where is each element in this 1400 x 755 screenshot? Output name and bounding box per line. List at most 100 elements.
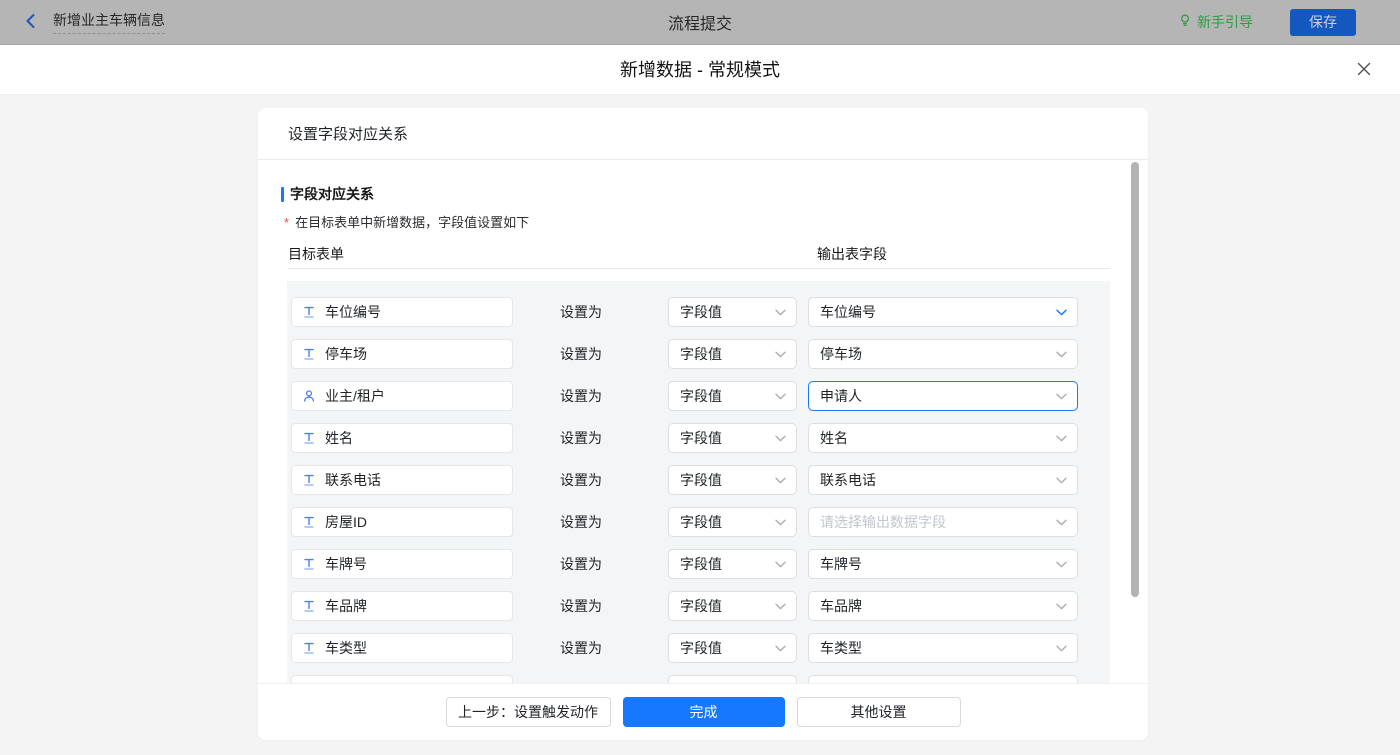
target-field-label: 车牌号 <box>325 554 367 574</box>
value-mode-select[interactable]: 字段值 <box>668 381 797 411</box>
section-accent-bar <box>281 187 284 202</box>
target-field: 车位编号 <box>291 297 513 327</box>
other-settings-button[interactable]: 其他设置 <box>797 697 961 727</box>
chevron-down-icon <box>1056 561 1067 568</box>
output-field-text: 车品牌 <box>820 596 862 616</box>
mapping-row <box>287 675 1110 683</box>
app-header: 新增业主车辆信息 流程提交 新手引导 保存 <box>0 0 1400 45</box>
output-field-select[interactable]: 停车场 <box>808 339 1078 369</box>
card-footer: 上一步：设置触发动作 完成 其他设置 <box>258 683 1148 740</box>
value-mode-text: 字段值 <box>680 428 722 448</box>
target-field <box>291 675 513 683</box>
output-field-select[interactable]: 车品牌 <box>808 591 1078 621</box>
output-field-select[interactable]: 车位编号 <box>808 297 1078 327</box>
output-field-text: 申请人 <box>820 386 862 406</box>
column-header-target-form: 目标表单 <box>288 244 344 264</box>
value-mode-text: 字段值 <box>680 302 722 322</box>
chevron-down-icon <box>775 393 786 400</box>
text-field-icon <box>302 347 316 361</box>
output-field-select[interactable]: 车牌号 <box>808 549 1078 579</box>
target-field-label: 车品牌 <box>325 596 367 616</box>
text-field-icon <box>302 473 316 487</box>
target-field-label: 业主/租户 <box>325 386 385 406</box>
value-mode-select[interactable]: 字段值 <box>668 591 797 621</box>
chevron-down-icon <box>1056 519 1067 526</box>
text-field-icon <box>302 431 316 445</box>
output-field-text: 车位编号 <box>820 302 876 322</box>
text-field-icon <box>302 641 316 655</box>
output-field-select[interactable]: 申请人 <box>808 381 1078 411</box>
output-field-text: 车类型 <box>820 638 862 658</box>
output-field-text: 姓名 <box>820 428 848 448</box>
target-field: 房屋ID <box>291 507 513 537</box>
value-mode-select[interactable]: 字段值 <box>668 423 797 453</box>
column-header-output-field: 输出表字段 <box>817 244 887 264</box>
target-field: 业主/租户 <box>291 381 513 411</box>
back-button[interactable] <box>24 13 38 32</box>
target-field-label: 房屋ID <box>325 512 367 532</box>
modal-titlebar: 新增数据 - 常规模式 <box>0 45 1400 95</box>
value-mode-select[interactable]: 字段值 <box>668 549 797 579</box>
text-field-icon <box>302 305 316 319</box>
mapping-row: 车牌号 设置为 字段值 车牌号 <box>287 549 1110 579</box>
target-field-label: 车类型 <box>325 638 367 658</box>
chevron-down-icon <box>775 351 786 358</box>
text-field-icon <box>302 515 316 529</box>
value-mode-select[interactable]: 字段值 <box>668 339 797 369</box>
mapping-row: 业主/租户设置为字段值申请人 <box>287 381 1110 411</box>
output-field-select[interactable]: 车类型 <box>808 633 1078 663</box>
value-mode-text: 字段值 <box>680 344 722 364</box>
done-button[interactable]: 完成 <box>623 697 785 727</box>
set-as-label: 设置为 <box>560 549 616 579</box>
chevron-down-icon <box>775 477 786 484</box>
person-icon <box>302 389 316 403</box>
required-asterisk: * <box>284 215 289 230</box>
card-body: 字段对应关系 *在目标表单中新增数据，字段值设置如下 目标表单 输出表字段 车位… <box>258 160 1148 683</box>
output-field-select[interactable]: 请选择输出数据字段 <box>808 507 1078 537</box>
header-actions: 新手引导 保存 <box>1178 9 1400 36</box>
mapping-note: * 在目标表单中新增数据，字段值设置如下 <box>284 212 529 231</box>
previous-step-button[interactable]: 上一步：设置触发动作 <box>446 697 611 727</box>
beginner-guide-link[interactable]: 新手引导 <box>1178 12 1253 32</box>
value-mode-text: 字段值 <box>680 554 722 574</box>
output-field-select[interactable] <box>808 675 1078 683</box>
output-field-select[interactable]: 姓名 <box>808 423 1078 453</box>
target-field: 车品牌 <box>291 591 513 621</box>
value-mode-select[interactable]: 字段值 <box>668 297 797 327</box>
set-as-label: 设置为 <box>560 465 616 495</box>
chevron-down-icon <box>775 603 786 610</box>
chevron-down-icon <box>1056 603 1067 610</box>
target-field: 姓名 <box>291 423 513 453</box>
target-field: 停车场 <box>291 339 513 369</box>
value-mode-text: 字段值 <box>680 596 722 616</box>
value-mode-text: 字段值 <box>680 470 722 490</box>
output-field-text: 联系电话 <box>820 470 876 490</box>
target-field-label: 联系电话 <box>325 470 381 490</box>
workflow-title[interactable]: 新增业主车辆信息 <box>53 10 165 34</box>
mapping-row: 联系电话 设置为 字段值 联系电话 <box>287 465 1110 495</box>
set-as-label: 设置为 <box>560 297 616 327</box>
value-mode-select[interactable]: 字段值 <box>668 507 797 537</box>
output-field-text: 车牌号 <box>820 554 862 574</box>
mapping-note-text: 在目标表单中新增数据，字段值设置如下 <box>295 215 529 230</box>
value-mode-select[interactable]: 字段值 <box>668 633 797 663</box>
set-as-label: 设置为 <box>560 633 616 663</box>
set-as-label: 设置为 <box>560 507 616 537</box>
mapping-row: 车品牌设置为字段值车品牌 <box>287 591 1110 621</box>
target-field-label: 停车场 <box>325 344 367 364</box>
value-mode-select[interactable] <box>668 675 797 683</box>
chevron-down-icon <box>775 435 786 442</box>
chevron-down-icon <box>775 309 786 316</box>
target-field: 联系电话 <box>291 465 513 495</box>
value-mode-select[interactable]: 字段值 <box>668 465 797 495</box>
target-field: 车牌号 <box>291 549 513 579</box>
value-mode-text: 字段值 <box>680 512 722 532</box>
chevron-down-icon <box>775 561 786 568</box>
beginner-guide-label: 新手引导 <box>1197 12 1253 32</box>
vertical-scrollbar[interactable] <box>1131 162 1139 597</box>
output-field-select[interactable]: 联系电话 <box>808 465 1078 495</box>
modal-title: 新增数据 - 常规模式 <box>0 45 1400 95</box>
save-button[interactable]: 保存 <box>1290 9 1356 36</box>
mapping-rows: 车位编号设置为字段值车位编号停车场设置为字段值停车场业主/租户设置为字段值申请人… <box>287 281 1110 683</box>
close-icon[interactable] <box>1352 58 1376 82</box>
